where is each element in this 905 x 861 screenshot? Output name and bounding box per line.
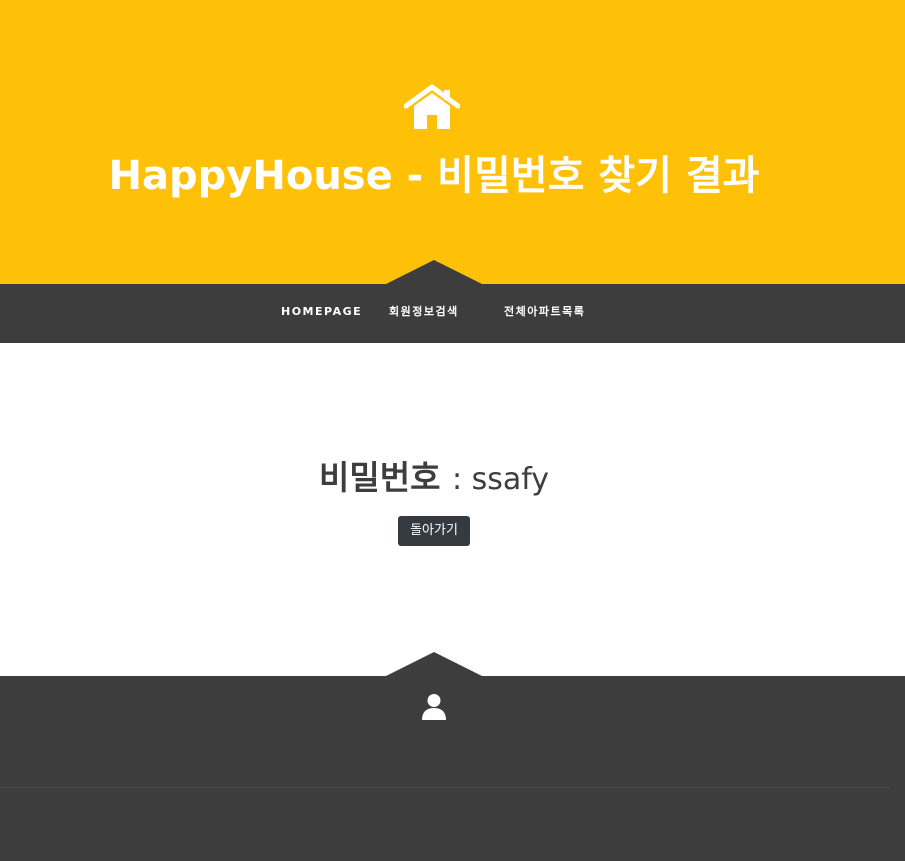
password-value: : ssafy: [451, 462, 550, 497]
password-result: 비밀번호 : ssafy: [0, 454, 868, 504]
footer: [0, 676, 905, 861]
nav-item-member-search[interactable]: 회원정보검색: [389, 302, 459, 322]
home-icon: [404, 84, 460, 129]
page-title: HappyHouse - 비밀번호 찾기 결과: [108, 153, 760, 199]
user-icon[interactable]: [421, 693, 447, 721]
page: HappyHouse - 비밀번호 찾기 결과 HOMEPAGE 회원정보검색 …: [0, 0, 905, 861]
hero-header: [0, 0, 905, 284]
password-label: 비밀번호: [318, 458, 441, 497]
nav-notch: [386, 260, 482, 284]
nav-item-homepage[interactable]: HOMEPAGE: [281, 302, 362, 322]
footer-notch: [386, 652, 482, 676]
nav-item-apartment-list[interactable]: 전체아파트목록: [504, 302, 585, 322]
footer-divider: [0, 787, 890, 788]
back-button[interactable]: 돌아가기: [398, 516, 470, 546]
